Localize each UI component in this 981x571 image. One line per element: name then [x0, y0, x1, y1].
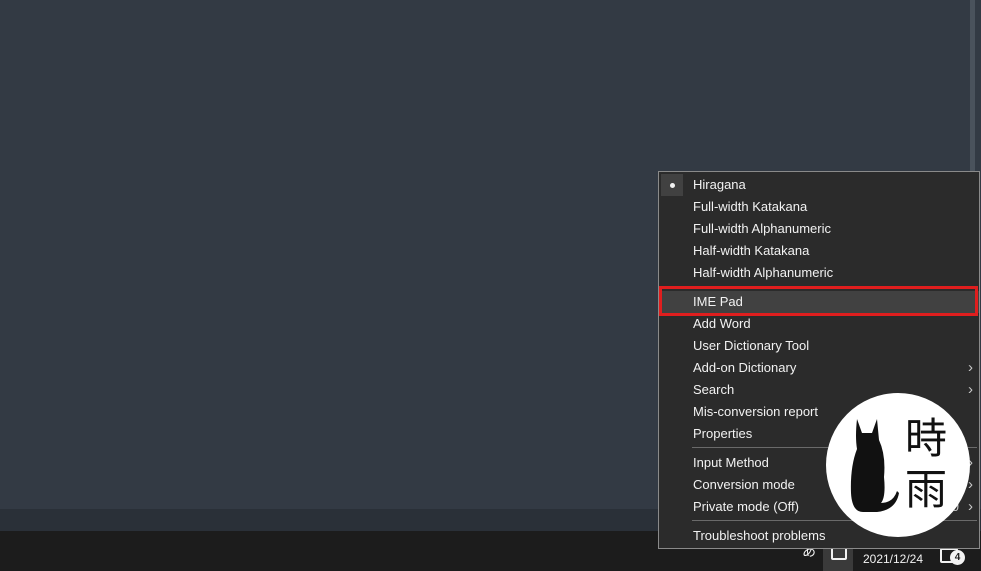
menu-item-label: Conversion mode — [693, 477, 795, 492]
menu-item-label: Troubleshoot problems — [693, 528, 826, 543]
menu-item-half-width-alphanumeric[interactable]: Half-width Alphanumeric — [659, 262, 979, 284]
watermark-char: 雨 — [905, 465, 947, 514]
menu-item-half-width-katakana[interactable]: Half-width Katakana — [659, 240, 979, 262]
menu-item-label: Hiragana — [693, 177, 746, 192]
menu-item-label: Private mode (Off) — [693, 499, 799, 514]
menu-item-label: Full-width Alphanumeric — [693, 221, 832, 236]
menu-item-add-on-dictionary[interactable]: Add-on Dictionary › — [659, 357, 979, 379]
menu-item-full-width-alphanumeric[interactable]: Full-width Alphanumeric — [659, 218, 979, 240]
menu-item-label: Search — [693, 382, 735, 397]
watermark-logo: 時 雨 — [826, 393, 970, 537]
menu-item-label: Add-on Dictionary — [693, 360, 797, 375]
watermark-char: 時 — [905, 414, 947, 463]
menu-item-label: Full-width Katakana — [693, 199, 808, 214]
menu-item-label: Input Method — [693, 455, 769, 470]
menu-item-label: Add Word — [693, 316, 751, 331]
cat-silhouette-icon: 時 雨 — [850, 414, 947, 514]
menu-item-label: Properties — [693, 426, 753, 441]
menu-item-full-width-katakana[interactable]: Full-width Katakana — [659, 196, 979, 218]
notification-center-button[interactable]: 4 — [940, 546, 968, 568]
selected-radio-dot-icon — [661, 174, 683, 196]
taskbar-date[interactable]: 2021/12/24 — [855, 550, 931, 568]
annotation-highlight-box — [659, 286, 978, 316]
menu-item-label: Half-width Alphanumeric — [693, 265, 834, 280]
menu-item-user-dictionary-tool[interactable]: User Dictionary Tool — [659, 335, 979, 357]
submenu-chevron-icon: › — [968, 359, 973, 376]
menu-item-hiragana[interactable]: Hiragana — [659, 174, 979, 196]
notification-count-badge: 4 — [950, 550, 965, 565]
menu-item-add-word[interactable]: Add Word — [659, 313, 979, 335]
menu-item-label: Mis-conversion report — [693, 404, 818, 419]
menu-item-label: Half-width Katakana — [693, 243, 810, 258]
menu-item-label: User Dictionary Tool — [693, 338, 810, 353]
window-scrollbar[interactable] — [970, 0, 975, 175]
